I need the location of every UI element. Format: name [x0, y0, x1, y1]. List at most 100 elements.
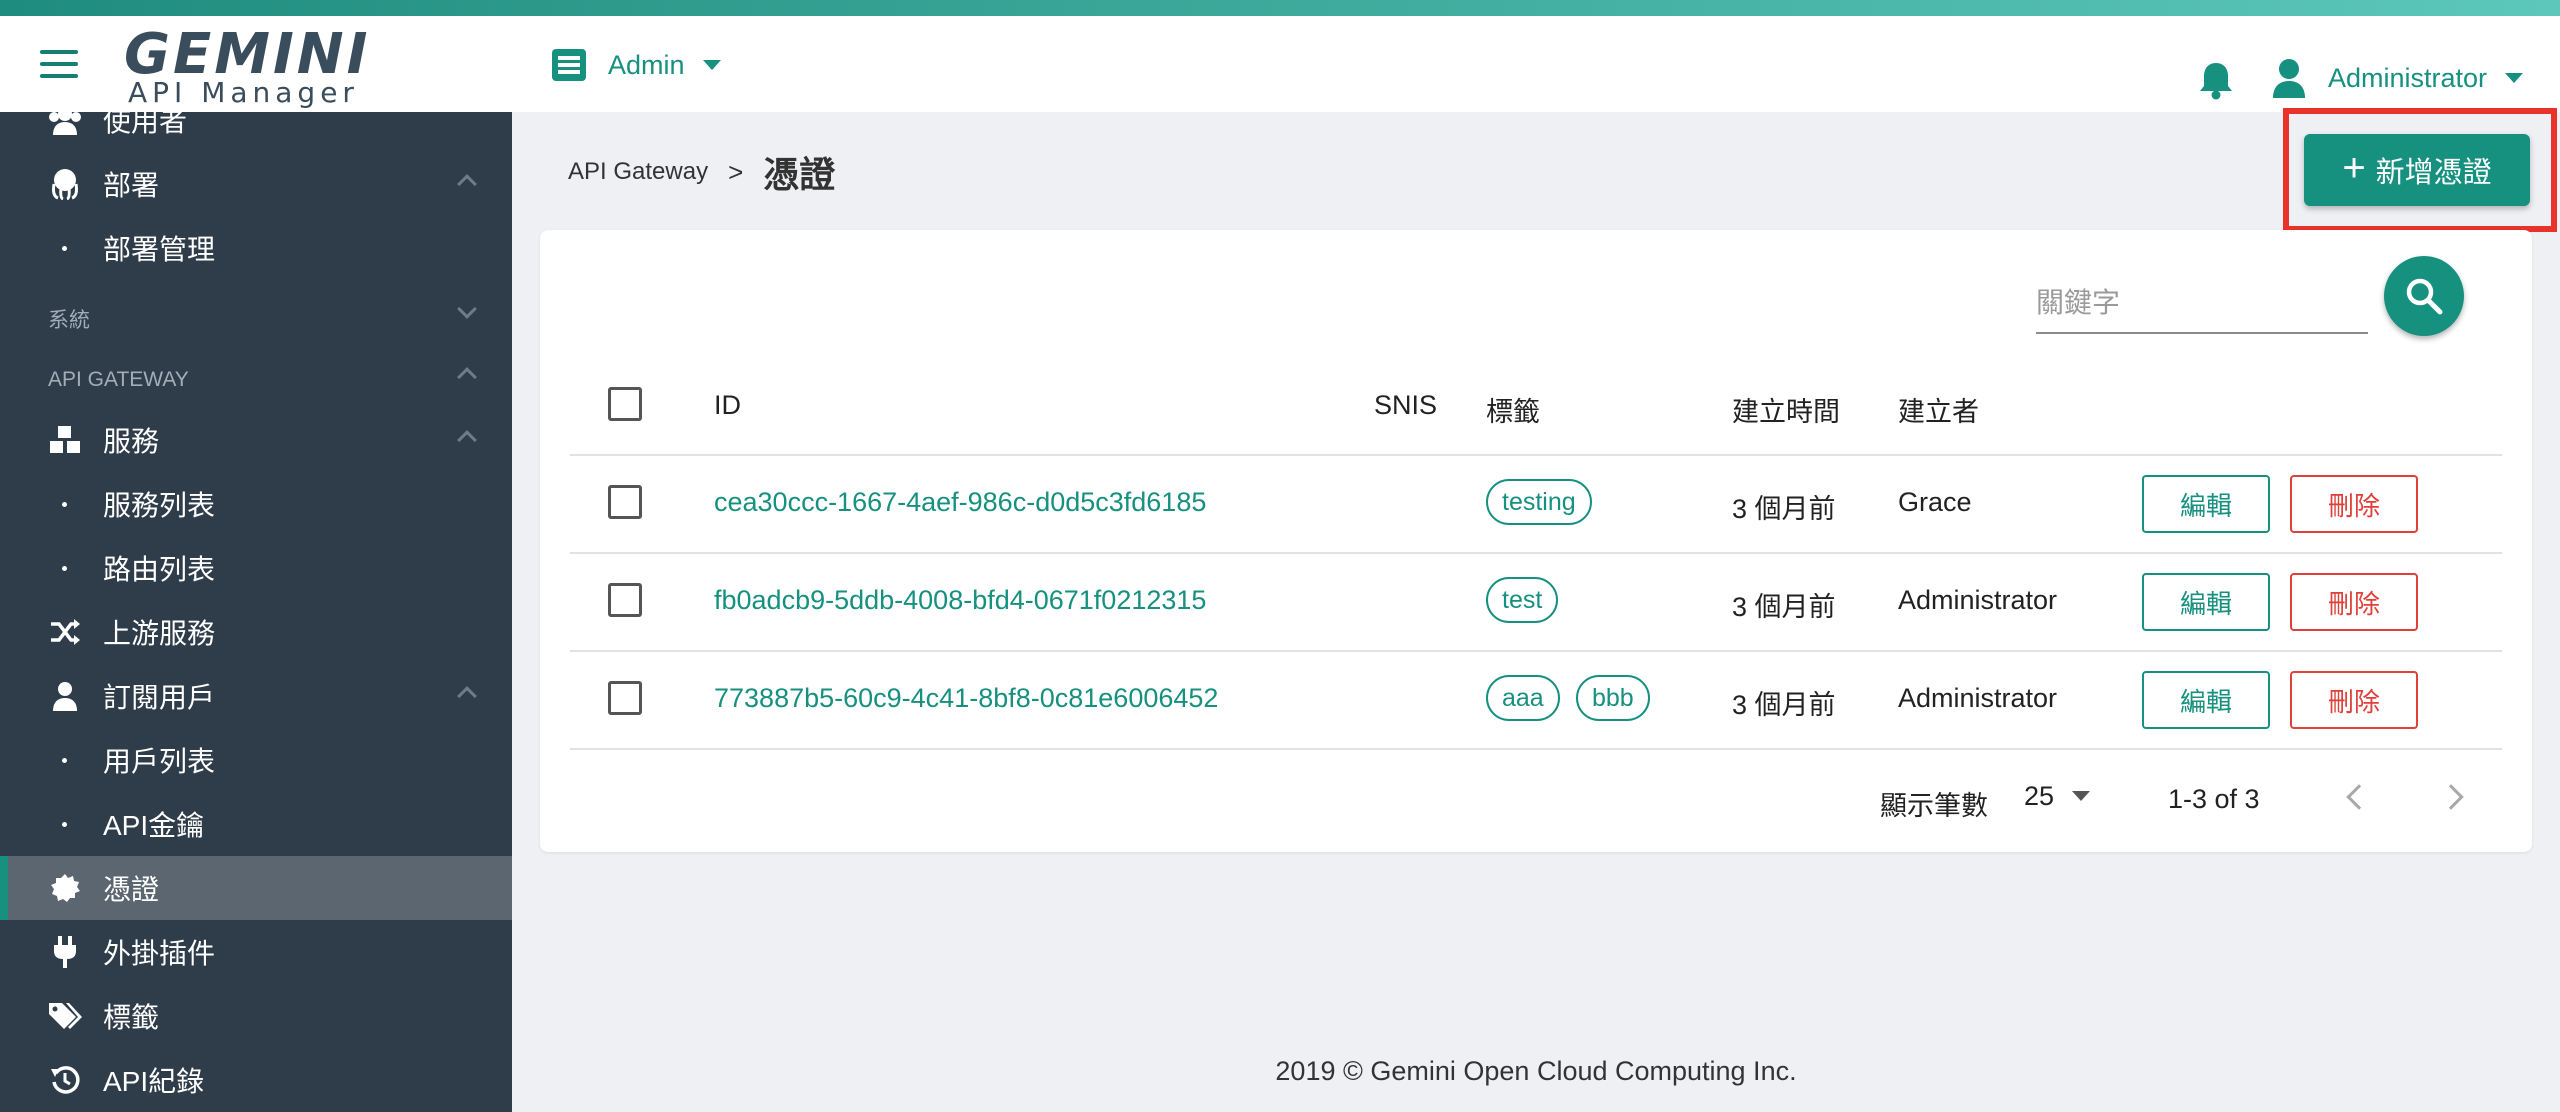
delete-button[interactable]: 刪除	[2290, 573, 2418, 631]
search-input[interactable]	[2036, 274, 2368, 334]
row-checkbox[interactable]	[608, 583, 642, 617]
rows-per-page-label: 顯示筆數	[1880, 791, 1988, 821]
creator-name: Administrator	[1898, 585, 2058, 615]
sidebar-item-label: 用戶列表	[103, 746, 216, 777]
tag-chip[interactable]: aaa	[1486, 675, 1560, 721]
column-header-creator: 建立者	[1898, 397, 1979, 427]
column-header-id: ID	[714, 390, 741, 420]
list-icon	[552, 49, 586, 81]
admin-menu-label: Admin	[608, 49, 685, 80]
row-checkbox[interactable]	[608, 485, 642, 519]
certificate-id-link[interactable]: 773887b5-60c9-4c41-8bf8-0c81e6006452	[714, 683, 1218, 714]
sidebar-item-certificates[interactable]: 憑證	[0, 856, 512, 920]
select-all-checkbox[interactable]	[608, 387, 642, 421]
table-divider	[570, 650, 2502, 652]
chevron-down-icon	[2505, 73, 2524, 83]
edit-button[interactable]: 編輯	[2142, 573, 2270, 631]
footer-copyright: 2019 © Gemini Open Cloud Computing Inc.	[1275, 1056, 1797, 1086]
sidebar-item-tags[interactable]: 標籤	[0, 984, 512, 1048]
sidebar-item-deploy[interactable]: 部署	[0, 152, 512, 216]
sidebar-item-users[interactable]: 使用者	[0, 112, 512, 152]
delete-button[interactable]: 刪除	[2290, 475, 2418, 533]
rows-per-page-select[interactable]: 25	[2024, 776, 2091, 816]
creator-name: Grace	[1898, 487, 1972, 517]
tag-chip[interactable]: testing	[1486, 479, 1592, 525]
sidebar-item-label: API紀錄	[103, 1066, 205, 1097]
admin-menu[interactable]: Admin	[552, 44, 721, 86]
column-header-snis: SNIS	[1374, 390, 1438, 420]
user-menu-label: Administrator	[2328, 62, 2488, 93]
chevron-up-icon	[457, 430, 477, 450]
table-divider	[570, 552, 2502, 554]
chevron-up-icon	[457, 686, 477, 706]
sidebar-item-label: 標籤	[103, 1002, 160, 1033]
chevron-up-icon	[457, 174, 477, 194]
sidebar-item-route-list[interactable]: 路由列表	[0, 536, 512, 600]
history-icon	[48, 1063, 82, 1097]
certificate-id-link[interactable]: fb0adcb9-5ddb-4008-bfd4-0671f0212315	[714, 585, 1206, 616]
sidebar-section-api-gateway: API GATEWAY	[48, 368, 189, 391]
delete-button[interactable]: 刪除	[2290, 671, 2418, 729]
sidebar-item-subscribers[interactable]: 訂閱用戶	[0, 664, 512, 728]
sidebar: 使用者 部署 部署管理 系統 API GATEWAY 服務 服務列表 路由列表 …	[0, 112, 512, 1112]
breadcrumb-separator: >	[728, 156, 744, 187]
tag-chip[interactable]: test	[1486, 577, 1559, 623]
pagination-range: 1-3 of 3	[2168, 784, 2260, 814]
users-icon	[48, 112, 82, 137]
cubes-icon	[48, 423, 82, 457]
user-menu[interactable]: Administrator	[2272, 56, 2524, 100]
app-logo: GEMINI API Manager	[124, 22, 367, 110]
sidebar-item-api-keys[interactable]: API金鑰	[0, 792, 512, 856]
chevron-right-icon[interactable]	[2438, 784, 2464, 810]
shuffle-icon	[48, 615, 82, 649]
user-icon	[48, 679, 82, 713]
bullet-dot	[62, 565, 67, 571]
certificate-id-link[interactable]: cea30ccc-1667-4aef-986c-d0d5c3fd6185	[714, 487, 1206, 518]
column-header-created: 建立時間	[1732, 397, 1840, 427]
chevron-up-icon[interactable]	[457, 367, 477, 387]
certificates-card: ID SNIS 標籤 建立時間 建立者 cea30ccc-1667-4aef-9…	[540, 230, 2532, 852]
breadcrumb-root-link[interactable]: API Gateway	[568, 158, 708, 186]
bell-icon[interactable]	[2198, 60, 2234, 100]
sidebar-item-plugins[interactable]: 外掛插件	[0, 920, 512, 984]
logo-sub-text: API Manager	[128, 76, 359, 109]
search-button[interactable]	[2384, 256, 2464, 336]
hamburger-menu-icon[interactable]	[40, 50, 78, 80]
rows-per-page-value: 25	[2024, 780, 2055, 811]
user-avatar-icon	[2272, 58, 2306, 98]
column-header-tags: 標籤	[1486, 397, 1540, 427]
page-title: 憑證	[763, 154, 836, 195]
created-time: 3 個月前	[1732, 592, 1836, 622]
bullet-dot	[62, 757, 67, 763]
sidebar-item-label: 服務列表	[103, 490, 216, 521]
creator-name: Administrator	[1898, 683, 2058, 713]
sidebar-item-services[interactable]: 服務	[0, 408, 512, 472]
breadcrumb: API Gateway > 憑證	[568, 150, 835, 195]
table-divider	[570, 454, 2502, 456]
sidebar-item-label: API金鑰	[103, 810, 205, 841]
bullet-dot	[62, 245, 67, 251]
row-checkbox[interactable]	[608, 681, 642, 715]
sidebar-item-label: 憑證	[103, 874, 160, 905]
tag-chip[interactable]: bbb	[1576, 675, 1650, 721]
sidebar-item-label: 部署	[103, 170, 160, 201]
chevron-down-icon	[2072, 791, 2091, 801]
sidebar-item-user-list[interactable]: 用戶列表	[0, 728, 512, 792]
created-time: 3 個月前	[1732, 690, 1836, 720]
search-icon	[2406, 278, 2443, 315]
sidebar-item-deploy-management[interactable]: 部署管理	[0, 216, 512, 280]
sidebar-item-label: 外掛插件	[103, 938, 216, 969]
sidebar-item-upstream[interactable]: 上游服務	[0, 600, 512, 664]
sidebar-item-label: 訂閱用戶	[103, 682, 216, 713]
sidebar-item-api-logs[interactable]: API紀錄	[0, 1048, 512, 1112]
chevron-left-icon[interactable]	[2346, 784, 2372, 810]
chevron-down-icon[interactable]	[457, 299, 477, 319]
edit-button[interactable]: 編輯	[2142, 671, 2270, 729]
edit-button[interactable]: 編輯	[2142, 475, 2270, 533]
sidebar-item-label: 使用者	[103, 112, 188, 137]
bullet-dot	[62, 501, 67, 507]
sidebar-item-service-list[interactable]: 服務列表	[0, 472, 512, 536]
plug-icon	[48, 935, 82, 969]
chevron-down-icon	[702, 60, 721, 70]
sidebar-section-system: 系統	[48, 309, 90, 332]
